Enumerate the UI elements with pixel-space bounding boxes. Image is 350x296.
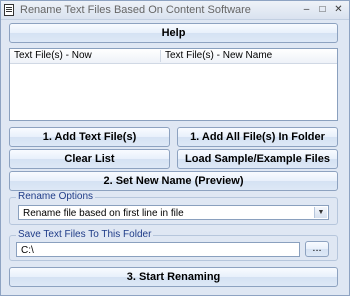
add-all-files-in-folder-button[interactable]: 1. Add All File(s) In Folder: [177, 127, 338, 147]
save-folder-label: Save Text Files To This Folder: [16, 229, 154, 240]
rename-options-label: Rename Options: [16, 191, 96, 202]
help-button[interactable]: Help: [9, 23, 338, 43]
app-window: Rename Text Files Based On Content Softw…: [0, 0, 350, 296]
browse-button[interactable]: ...: [305, 241, 329, 257]
clear-list-button[interactable]: Clear List: [9, 149, 170, 169]
column-header-new-name[interactable]: Text File(s) - New Name: [165, 50, 272, 61]
add-text-files-button[interactable]: 1. Add Text File(s): [9, 127, 170, 147]
title-bar[interactable]: Rename Text Files Based On Content Softw…: [1, 1, 349, 20]
rename-options-select[interactable]: Rename file based on first line in file …: [18, 205, 329, 220]
close-icon[interactable]: ✕: [333, 4, 344, 15]
column-divider[interactable]: [160, 50, 161, 62]
save-folder-input[interactable]: C:\: [16, 242, 300, 257]
start-renaming-button[interactable]: 3. Start Renaming: [9, 267, 338, 287]
save-folder-group: Save Text Files To This Folder C:\ ...: [9, 229, 338, 261]
load-sample-files-button[interactable]: Load Sample/Example Files: [177, 149, 338, 169]
maximize-icon[interactable]: □: [317, 4, 328, 15]
file-list[interactable]: Text File(s) - Now Text File(s) - New Na…: [9, 48, 338, 121]
column-header-now[interactable]: Text File(s) - Now: [14, 50, 92, 61]
rename-options-group: Rename Options Rename file based on firs…: [9, 191, 338, 225]
document-icon: [4, 4, 14, 16]
file-list-header: Text File(s) - Now Text File(s) - New Na…: [10, 49, 337, 64]
rename-options-selected: Rename file based on first line in file: [23, 208, 184, 219]
window-title: Rename Text Files Based On Content Softw…: [20, 4, 251, 16]
chevron-down-icon[interactable]: ▼: [314, 207, 327, 218]
minimize-icon[interactable]: –: [301, 4, 312, 15]
save-folder-value: C:\: [21, 245, 34, 256]
set-new-name-button[interactable]: 2. Set New Name (Preview): [9, 171, 338, 191]
